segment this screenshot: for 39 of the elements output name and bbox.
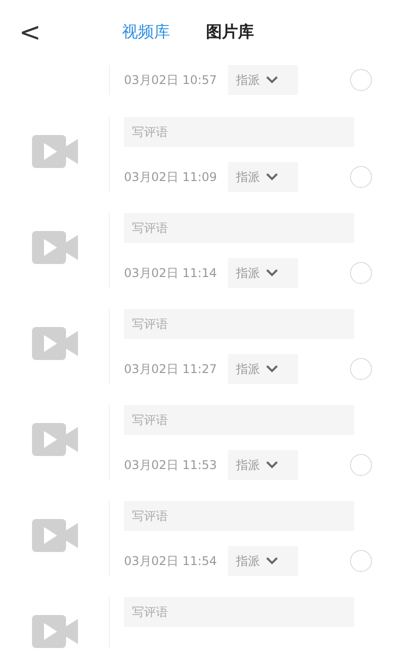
assign-dropdown[interactable]: 指派 <box>228 162 298 192</box>
chevron-down-icon <box>266 461 278 469</box>
timestamp: 03月02日 11:14 <box>124 264 218 282</box>
timestamp: 03月02日 11:53 <box>124 456 218 474</box>
comment-field[interactable]: 写评语 <box>124 501 354 531</box>
select-radio[interactable] <box>350 454 372 476</box>
select-radio[interactable] <box>350 166 372 188</box>
back-button[interactable]: < <box>20 18 40 48</box>
chevron-down-icon <box>266 269 278 277</box>
assign-dropdown[interactable]: 指派 <box>228 354 298 384</box>
chevron-down-icon <box>266 76 278 84</box>
select-radio[interactable] <box>350 550 372 572</box>
video-camera-icon <box>32 231 78 264</box>
chevron-down-icon <box>266 365 278 373</box>
select-radio[interactable] <box>350 69 372 91</box>
chevron-down-icon <box>266 173 278 181</box>
chevron-down-icon <box>266 557 278 565</box>
tab[interactable]: 图片库 <box>206 22 254 43</box>
video-camera-icon <box>32 519 78 552</box>
comment-field[interactable]: 写评语 <box>124 117 354 147</box>
assign-dropdown[interactable]: 指派 <box>228 546 298 576</box>
video-camera-icon <box>32 423 78 456</box>
video-camera-icon <box>32 327 78 360</box>
assign-dropdown[interactable]: 指派 <box>228 450 298 480</box>
timestamp: 03月02日 11:09 <box>124 168 218 186</box>
video-camera-icon <box>32 615 78 648</box>
comment-field[interactable]: 写评语 <box>124 309 354 339</box>
timestamp: 03月02日 10:57 <box>124 72 218 88</box>
comment-field[interactable]: 写评语 <box>124 405 354 435</box>
assign-dropdown[interactable]: 指派 <box>228 258 298 288</box>
tab[interactable]: 视频库 <box>122 22 170 43</box>
select-radio[interactable] <box>350 262 372 284</box>
assign-dropdown[interactable]: 指派 <box>228 65 298 95</box>
select-radio[interactable] <box>350 358 372 380</box>
timestamp: 03月02日 11:54 <box>124 552 218 570</box>
comment-field[interactable]: 写评语 <box>124 597 354 627</box>
comment-field[interactable]: 写评语 <box>124 213 354 243</box>
video-camera-icon <box>32 135 78 168</box>
timestamp: 03月02日 11:27 <box>124 360 218 378</box>
